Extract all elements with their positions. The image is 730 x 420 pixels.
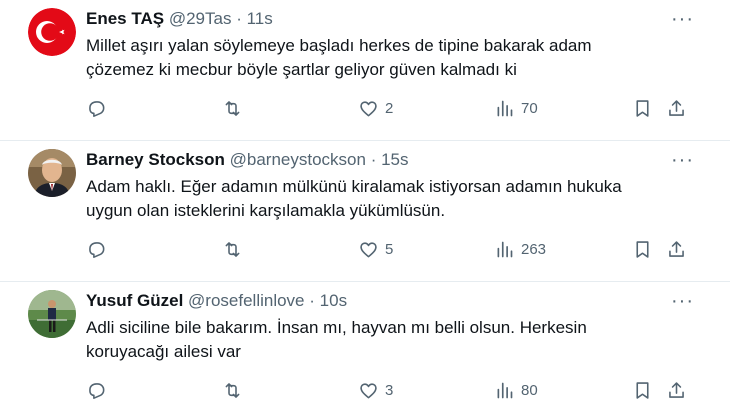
username[interactable]: @barneystockson: [230, 150, 366, 169]
views-count: 80: [521, 382, 538, 399]
display-name[interactable]: Enes TAŞ: [86, 9, 164, 28]
tweet-text: Millet aşırı yalan söylemeye başladı her…: [86, 34, 686, 82]
views-button[interactable]: 80: [494, 380, 538, 401]
bookmark-icon: [636, 241, 649, 258]
bookmark-button[interactable]: [632, 98, 653, 119]
tweet-actions: 2 70: [0, 98, 730, 122]
bookmark-button[interactable]: [632, 380, 653, 401]
like-count: 2: [385, 100, 394, 117]
tweet[interactable]: Enes TAŞ @29Tas · 11s ··· Millet aşırı y…: [0, 0, 730, 141]
tweet-header: Yusuf Güzel @rosefellinlove · 10s: [86, 290, 347, 312]
tweet[interactable]: Yusuf Güzel @rosefellinlove · 10s ··· Ad…: [0, 282, 730, 420]
views-count: 70: [521, 100, 538, 117]
share-button[interactable]: [666, 239, 687, 260]
timestamp[interactable]: 10s: [320, 291, 347, 310]
share-button[interactable]: [666, 98, 687, 119]
reply-button[interactable]: [86, 98, 107, 119]
avatar[interactable]: [28, 290, 76, 338]
bookmark-icon: [636, 100, 649, 117]
retweet-button[interactable]: [222, 380, 243, 401]
reply-button[interactable]: [86, 380, 107, 401]
tweet-text-line: Adli siciline bile bakarım. İnsan mı, ha…: [86, 318, 587, 337]
tweet-header: Barney Stockson @barneystockson · 15s: [86, 149, 409, 171]
separator-dot: ·: [370, 150, 377, 169]
timestamp[interactable]: 11s: [247, 9, 273, 28]
share-icon: [669, 241, 684, 257]
tweet-text-line: koruyacağı ailesi var: [86, 342, 241, 361]
avatar[interactable]: [28, 8, 76, 56]
like-button[interactable]: 3: [358, 380, 393, 401]
username[interactable]: @29Tas: [169, 9, 232, 28]
share-icon: [669, 100, 684, 116]
more-options-icon[interactable]: ···: [671, 150, 694, 170]
retweet-icon: [225, 242, 240, 257]
tweet-text-line: çözemez ki mecbur böyle şartlar geliyor …: [86, 60, 517, 79]
bookmark-button[interactable]: [632, 239, 653, 260]
tweet-text: Adli siciline bile bakarım. İnsan mı, ha…: [86, 316, 686, 364]
tweet-header: Enes TAŞ @29Tas · 11s: [86, 8, 273, 30]
profile-photo-avatar-icon: [28, 290, 76, 338]
reply-icon: [89, 242, 105, 258]
share-button[interactable]: [666, 380, 687, 401]
heart-icon: [360, 383, 377, 399]
separator-dot: ·: [309, 291, 315, 310]
like-count: 5: [385, 241, 394, 258]
views-chart-icon: [497, 382, 513, 399]
like-button[interactable]: 2: [358, 98, 393, 119]
retweet-icon: [225, 383, 240, 398]
reply-button[interactable]: [86, 239, 107, 260]
share-icon: [669, 382, 684, 398]
like-button[interactable]: 5: [358, 239, 393, 260]
reply-icon: [89, 383, 105, 399]
retweet-icon: [225, 101, 240, 116]
views-button[interactable]: 263: [494, 239, 546, 260]
bookmark-icon: [636, 382, 649, 399]
tweet-text: Adam haklı. Eğer adamın mülkünü kiralama…: [86, 175, 686, 223]
avatar[interactable]: [28, 149, 76, 197]
views-chart-icon: [497, 241, 513, 258]
more-options-icon[interactable]: ···: [671, 9, 694, 29]
tweet-actions: 3 80: [0, 380, 730, 404]
heart-icon: [360, 242, 377, 258]
heart-icon: [360, 101, 377, 117]
tweet[interactable]: Barney Stockson @barneystockson · 15s ··…: [0, 141, 730, 282]
tweet-text-line: uygun olan isteklerini karşılamakla yükü…: [86, 201, 446, 220]
tweet-text-line: Adam haklı. Eğer adamın mülkünü kiralama…: [86, 177, 622, 196]
like-count: 3: [385, 382, 394, 399]
views-chart-icon: [497, 100, 513, 117]
retweet-button[interactable]: [222, 98, 243, 119]
timestamp[interactable]: 15s: [381, 150, 408, 169]
username[interactable]: @rosefellinlove: [188, 291, 304, 310]
more-options-icon[interactable]: ···: [671, 291, 694, 311]
turkish-flag-avatar-icon: [28, 8, 76, 56]
views-button[interactable]: 70: [494, 98, 538, 119]
views-count: 263: [521, 241, 547, 258]
tweet-text-line: Millet aşırı yalan söylemeye başladı her…: [86, 36, 592, 55]
display-name[interactable]: Barney Stockson: [86, 150, 225, 169]
profile-photo-avatar-icon: [28, 149, 76, 197]
reply-icon: [89, 101, 105, 117]
retweet-button[interactable]: [222, 239, 243, 260]
display-name[interactable]: Yusuf Güzel: [86, 291, 183, 310]
tweet-actions: 5 263: [0, 239, 730, 263]
separator-dot: ·: [236, 9, 242, 28]
